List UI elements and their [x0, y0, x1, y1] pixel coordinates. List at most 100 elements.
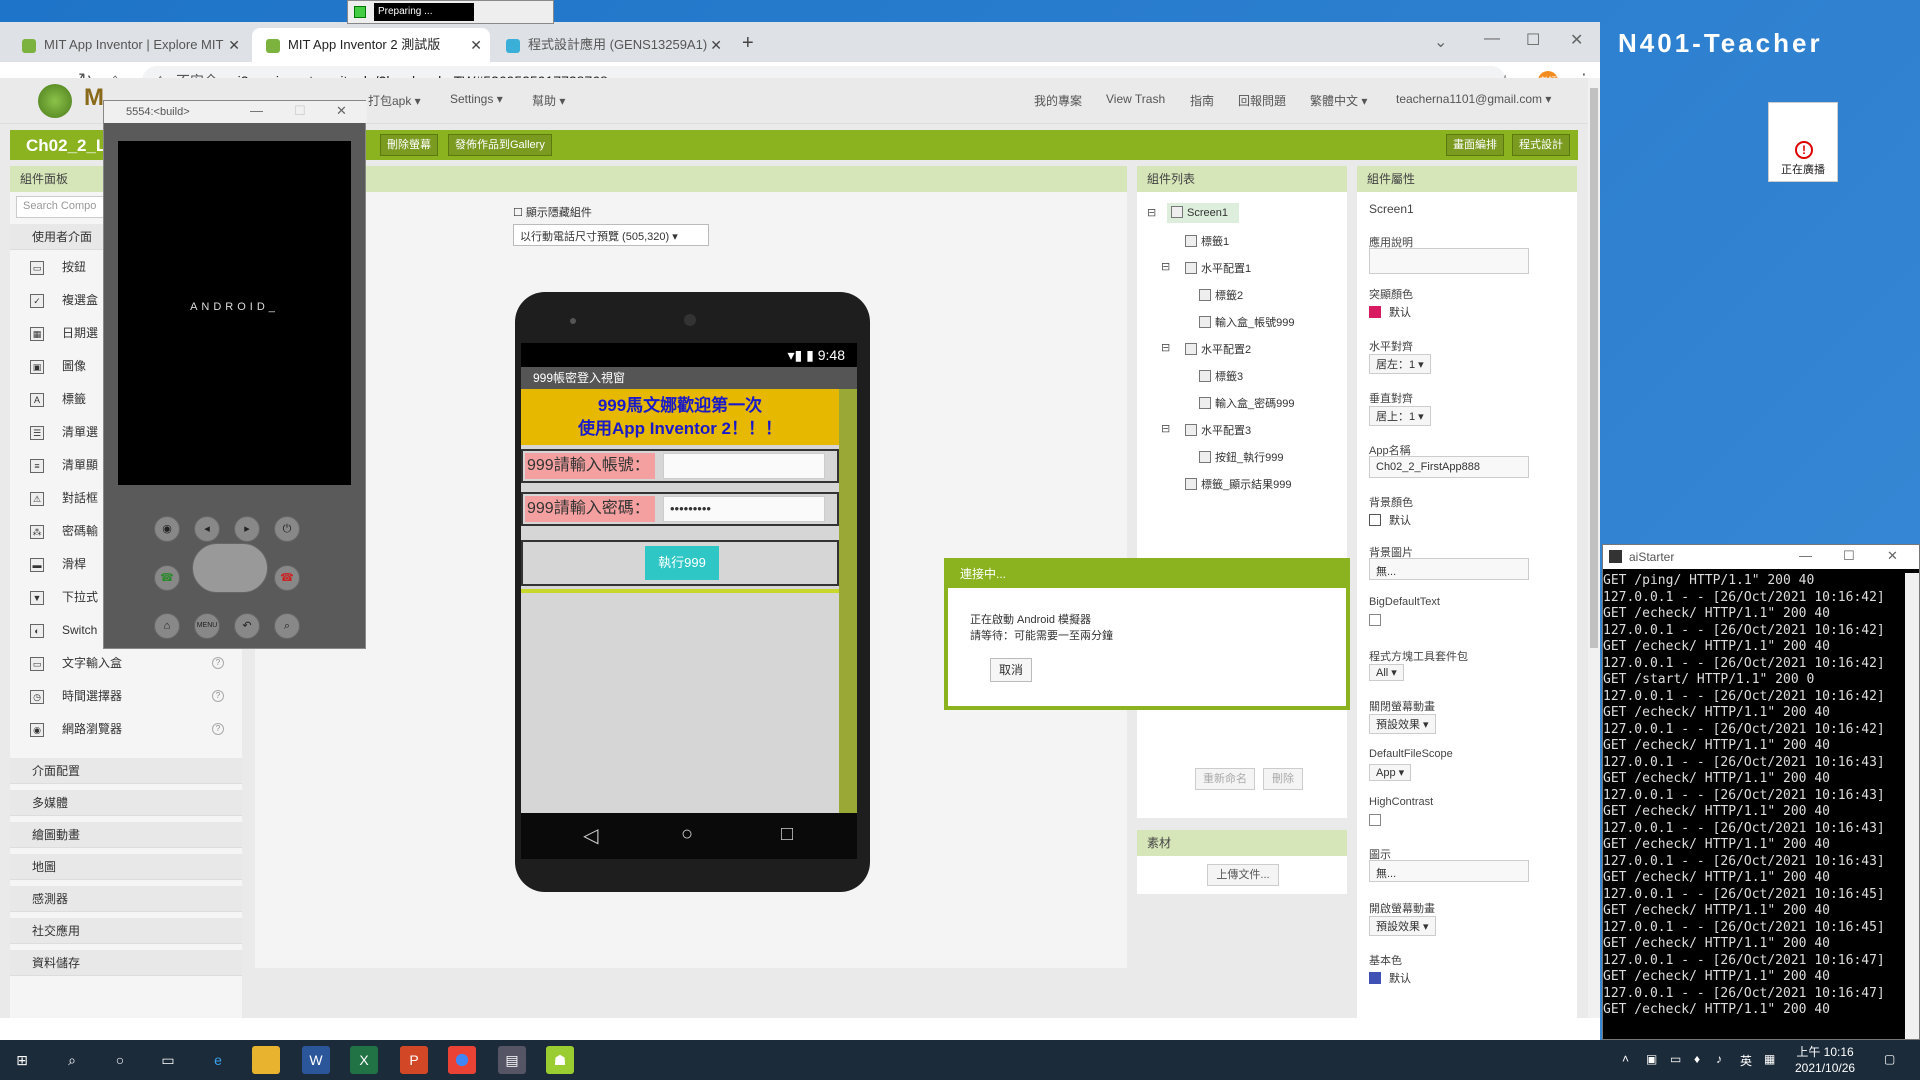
close-icon[interactable]: ✕ — [1887, 548, 1898, 564]
menu-build[interactable]: 打包apk ▾ — [368, 92, 421, 109]
delete-button[interactable]: 刪除 — [1263, 768, 1303, 790]
cancel-button[interactable]: 取消 — [990, 658, 1032, 682]
close-window-icon[interactable]: ✕ — [1570, 30, 1583, 50]
home-icon[interactable]: ⌂ — [154, 613, 180, 639]
about-textarea[interactable] — [1369, 248, 1529, 274]
appname-input[interactable]: Ch02_2_FirstApp888 — [1369, 456, 1529, 478]
palette-category[interactable]: 多媒體 — [10, 790, 242, 816]
tab-explore[interactable]: MIT App Inventor | Explore MIT ✕ — [8, 28, 248, 62]
file-explorer-icon[interactable] — [252, 1046, 280, 1074]
menu-view-trash[interactable]: View Trash — [1106, 92, 1165, 106]
menu-language[interactable]: 繁體中文 ▾ — [1310, 92, 1367, 109]
new-tab-icon[interactable]: + — [742, 32, 754, 55]
minimize-icon[interactable]: — — [250, 103, 263, 118]
open-anim-select[interactable]: 預設效果 ▾ — [1369, 916, 1436, 936]
close-icon[interactable]: ✕ — [710, 28, 722, 62]
help-icon[interactable]: ? — [212, 657, 224, 669]
highcontrast-checkbox[interactable] — [1369, 814, 1381, 826]
dpad-control[interactable] — [192, 543, 268, 593]
designer-button[interactable]: 畫面編排 — [1446, 134, 1504, 156]
console-app-icon[interactable]: ▤ — [498, 1046, 526, 1074]
emulator-window[interactable]: 5554:<build> — ☐ ✕ ANDROID_ ◉ ◂ ▸ ⏻ ☎ ☎ … — [103, 100, 367, 649]
collapse-toggle-icon[interactable]: ⊟ — [1161, 341, 1170, 354]
preview-size-select[interactable]: 以行動電話尺寸預覽 (505,320) ▾ — [513, 224, 709, 246]
broadcast-widget[interactable]: ! 正在廣播 — [1768, 102, 1838, 182]
home-circle-icon[interactable]: ○ — [681, 823, 693, 846]
component-tree-node[interactable]: ⊟ 水平配置1 — [1161, 260, 1251, 276]
component-tree-node[interactable]: ⊟ 水平配置2 — [1161, 341, 1251, 357]
result-label[interactable] — [521, 589, 839, 593]
palette-category[interactable]: 社交應用 — [10, 918, 242, 944]
palette-category[interactable]: 地圖 — [10, 854, 242, 880]
icon-input[interactable]: 無... — [1369, 860, 1529, 882]
end-call-icon[interactable]: ☎ — [274, 565, 300, 591]
password-input[interactable]: ••••••••• — [663, 496, 825, 522]
menu-my-projects[interactable]: 我的專案 — [1034, 92, 1082, 109]
tab-app-inventor[interactable]: MIT App Inventor 2 測試版 ✕ — [252, 28, 490, 62]
volume-icon[interactable]: ♪ — [1716, 1052, 1722, 1066]
minimize-icon[interactable]: — — [1484, 30, 1500, 48]
account-input[interactable] — [663, 453, 825, 479]
horizontal-arrangement-1[interactable]: 999請輸入帳號： — [521, 449, 839, 483]
aistarter-scrollbar[interactable] — [1905, 573, 1919, 1039]
collapse-toggle-icon[interactable]: ⊟ — [1161, 422, 1170, 435]
palette-category[interactable]: 介面配置 — [10, 758, 242, 784]
power-icon[interactable]: ⏻ — [274, 516, 300, 542]
back-icon[interactable]: ↶ — [234, 613, 260, 639]
menu-settings[interactable]: Settings ▾ — [450, 92, 503, 106]
welcome-label[interactable]: 999馬文娜歡迎第一次 使用App Inventor 2！！！ — [521, 389, 839, 445]
maximize-icon[interactable]: ☐ — [1843, 548, 1855, 564]
bigtext-checkbox[interactable] — [1369, 614, 1381, 626]
edge-icon[interactable]: e — [204, 1046, 232, 1074]
menu-icon[interactable]: MENU — [194, 613, 220, 639]
search-icon[interactable]: ⌕ — [274, 613, 300, 639]
android-icon[interactable]: ☗ — [546, 1046, 574, 1074]
emulator-screen[interactable]: ANDROID_ — [118, 141, 351, 485]
close-icon[interactable]: ✕ — [336, 103, 347, 119]
blocks-button[interactable]: 程式設計 — [1512, 134, 1570, 156]
close-icon[interactable]: ✕ — [228, 28, 240, 62]
tray-chevron-icon[interactable]: ˄ — [1622, 1052, 1629, 1066]
tab-course[interactable]: 程式設計應用 (GENS13259A1) ✕ — [492, 28, 730, 62]
component-tree-node[interactable]: 標籤_顯示結果999 — [1185, 476, 1291, 492]
component-tree-node[interactable]: ⊟ 水平配置3 — [1161, 422, 1251, 438]
palette-category[interactable]: 繪圖動畫 — [10, 822, 242, 848]
call-icon[interactable]: ☎ — [154, 565, 180, 591]
primary-color-value[interactable]: 默认 — [1369, 970, 1411, 986]
maximize-icon[interactable]: ☐ — [1526, 30, 1540, 50]
palette-category[interactable]: 資料儲存 — [10, 950, 242, 976]
close-icon[interactable]: ✕ — [470, 28, 482, 62]
powerpoint-icon[interactable]: P — [400, 1046, 428, 1074]
accent-color-value[interactable]: 默认 — [1369, 304, 1411, 320]
bgcolor-value[interactable]: 默认 — [1369, 512, 1411, 528]
cortana-icon[interactable]: ○ — [106, 1046, 134, 1074]
run-button[interactable]: 執行999 — [645, 546, 719, 580]
horizontal-arrangement-2[interactable]: 999請輸入密碼： ••••••••• — [521, 492, 839, 526]
help-icon[interactable]: ? — [212, 723, 224, 735]
show-hidden-checkbox[interactable]: ☐ 顯示隱藏組件 — [513, 204, 592, 220]
collapse-toggle-icon[interactable]: ⊟ — [1161, 260, 1170, 273]
menu-report[interactable]: 回報問題 — [1238, 92, 1286, 109]
back-triangle-icon[interactable]: ◁ — [583, 823, 598, 848]
aistarter-window[interactable]: aiStarter — ☐ ✕ GET /ping/ HTTP/1.1" 200… — [1602, 544, 1920, 1040]
notification-icon[interactable]: ▢ — [1884, 1052, 1895, 1066]
upload-file-button[interactable]: 上傳文件... — [1207, 864, 1279, 886]
minimize-icon[interactable]: — — [1799, 548, 1812, 563]
volume-down-icon[interactable]: ◂ — [194, 516, 220, 542]
task-view-icon[interactable]: ▭ — [154, 1046, 182, 1074]
windows-start-icon[interactable]: ⊞ — [8, 1046, 36, 1074]
ime-mode-icon[interactable]: ▦ — [1764, 1052, 1775, 1066]
tab-search-icon[interactable]: ⌄ — [1434, 32, 1447, 52]
word-icon[interactable]: W — [302, 1046, 330, 1074]
volume-up-icon[interactable]: ▸ — [234, 516, 260, 542]
component-tree-node[interactable]: 按鈕_執行999 — [1199, 449, 1283, 465]
excel-icon[interactable]: X — [350, 1046, 378, 1074]
publish-gallery-button[interactable]: 發佈作品到Gallery — [448, 134, 552, 156]
component-tree-node[interactable]: 輸入盒_帳號999 — [1199, 314, 1294, 330]
palette-item[interactable]: ▭ 文字輸入盒? — [10, 648, 242, 678]
network-icon[interactable]: ▣ — [1646, 1052, 1657, 1066]
palette-item[interactable]: ◉ 網路瀏覽器? — [10, 714, 242, 744]
ime-indicator[interactable]: 英 — [1740, 1052, 1752, 1069]
component-tree-node[interactable]: 標籤2 — [1199, 287, 1243, 303]
blocks-toolkit-select[interactable]: All ▾ — [1369, 664, 1404, 681]
